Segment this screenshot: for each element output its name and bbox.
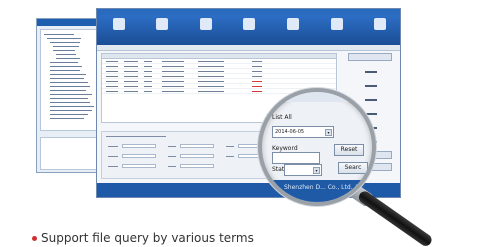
toolbar [97, 15, 400, 45]
toolbar-button-1[interactable] [104, 18, 134, 33]
side-button[interactable] [348, 53, 392, 61]
toolbar-icon [243, 18, 256, 30]
date-select[interactable]: 2014-06-05 ▾ [272, 126, 334, 138]
query-field[interactable] [122, 144, 156, 148]
reset-button[interactable]: Reset [334, 144, 364, 156]
toolbar-icon [112, 18, 125, 30]
feature-caption: Support file query by various terms [32, 231, 254, 245]
bullet-icon [32, 236, 37, 241]
back-detail-box [40, 137, 104, 170]
toolbar-button-5[interactable] [278, 18, 308, 33]
toolbar-icon [199, 18, 212, 30]
toolbar-icon [330, 18, 343, 30]
keyword-label: Keyword [272, 145, 298, 152]
magnifier-icon: List All 2014-06-05 ▾ Keyword Reset Stat… [258, 88, 376, 206]
query-field[interactable] [180, 154, 214, 158]
magnified-query-panel: List All 2014-06-05 ▾ Keyword Reset Stat… [262, 92, 372, 202]
toolbar-button-4[interactable] [234, 18, 264, 33]
state-select[interactable]: ▾ [284, 164, 322, 176]
tree-view[interactable] [40, 29, 104, 131]
date-value: 2014-06-05 [275, 129, 305, 135]
caption-text: Support file query by various terms [41, 231, 254, 245]
dropdown-arrow-icon[interactable]: ▾ [325, 129, 332, 136]
list-all-label[interactable]: List All [272, 114, 292, 121]
magnified-footer-text: Shenzhen D... Co., Ltd. All R [284, 184, 369, 191]
toolbar-icon [374, 18, 387, 30]
filter-bar [97, 45, 400, 51]
query-field[interactable] [180, 164, 214, 168]
search-button[interactable]: Searc [338, 162, 368, 174]
keyword-input[interactable] [272, 152, 320, 164]
toolbar-icon [156, 18, 169, 30]
screenshot-stage: List All 2014-06-05 ▾ Keyword Reset Stat… [0, 0, 478, 247]
query-field[interactable] [122, 154, 156, 158]
toolbar-button-6[interactable] [322, 18, 352, 33]
dropdown-arrow-icon[interactable]: ▾ [313, 167, 320, 174]
query-field[interactable] [122, 164, 156, 168]
toolbar-button-2[interactable] [147, 18, 177, 33]
toolbar-button-3[interactable] [191, 18, 221, 33]
toolbar-button-7[interactable] [365, 18, 395, 33]
query-field[interactable] [180, 144, 214, 148]
toolbar-icon [287, 18, 300, 30]
